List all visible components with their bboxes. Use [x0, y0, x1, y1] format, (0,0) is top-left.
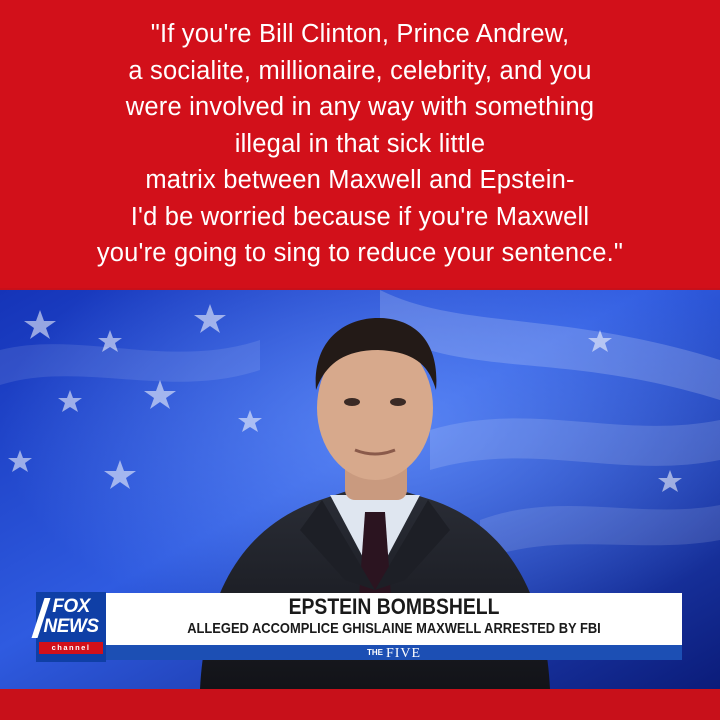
- show-name: FIVE: [385, 646, 422, 661]
- show-name-bar: THE FIVE: [106, 645, 682, 661]
- chyron-subhead: ALLEGED ACCOMPLICE GHISLAINE MAXWELL ARR…: [187, 620, 601, 637]
- logo-text-channel: channel: [39, 642, 103, 654]
- lower-third-chyron: EPSTEIN BOMBSHELL ALLEGED ACCOMPLICE GHI…: [106, 593, 682, 645]
- show-name-tag: THE FIVE: [106, 645, 682, 661]
- show-name-prefix: THE: [366, 648, 383, 657]
- chyron-headline: EPSTEIN BOMBSHELL: [288, 594, 500, 619]
- anchor-eye: [390, 398, 406, 406]
- logo-text-news: NEWS: [43, 616, 100, 637]
- anchor-eye: [344, 398, 360, 406]
- logo-text-fox: FOX: [52, 596, 90, 617]
- fox-news-logo: FOX NEWS channel: [31, 592, 106, 662]
- bottom-red-band: [0, 689, 720, 720]
- quote-text: "If you're Bill Clinton, Prince Andrew, …: [96, 20, 624, 267]
- quote-panel: "If you're Bill Clinton, Prince Andrew, …: [0, 0, 720, 288]
